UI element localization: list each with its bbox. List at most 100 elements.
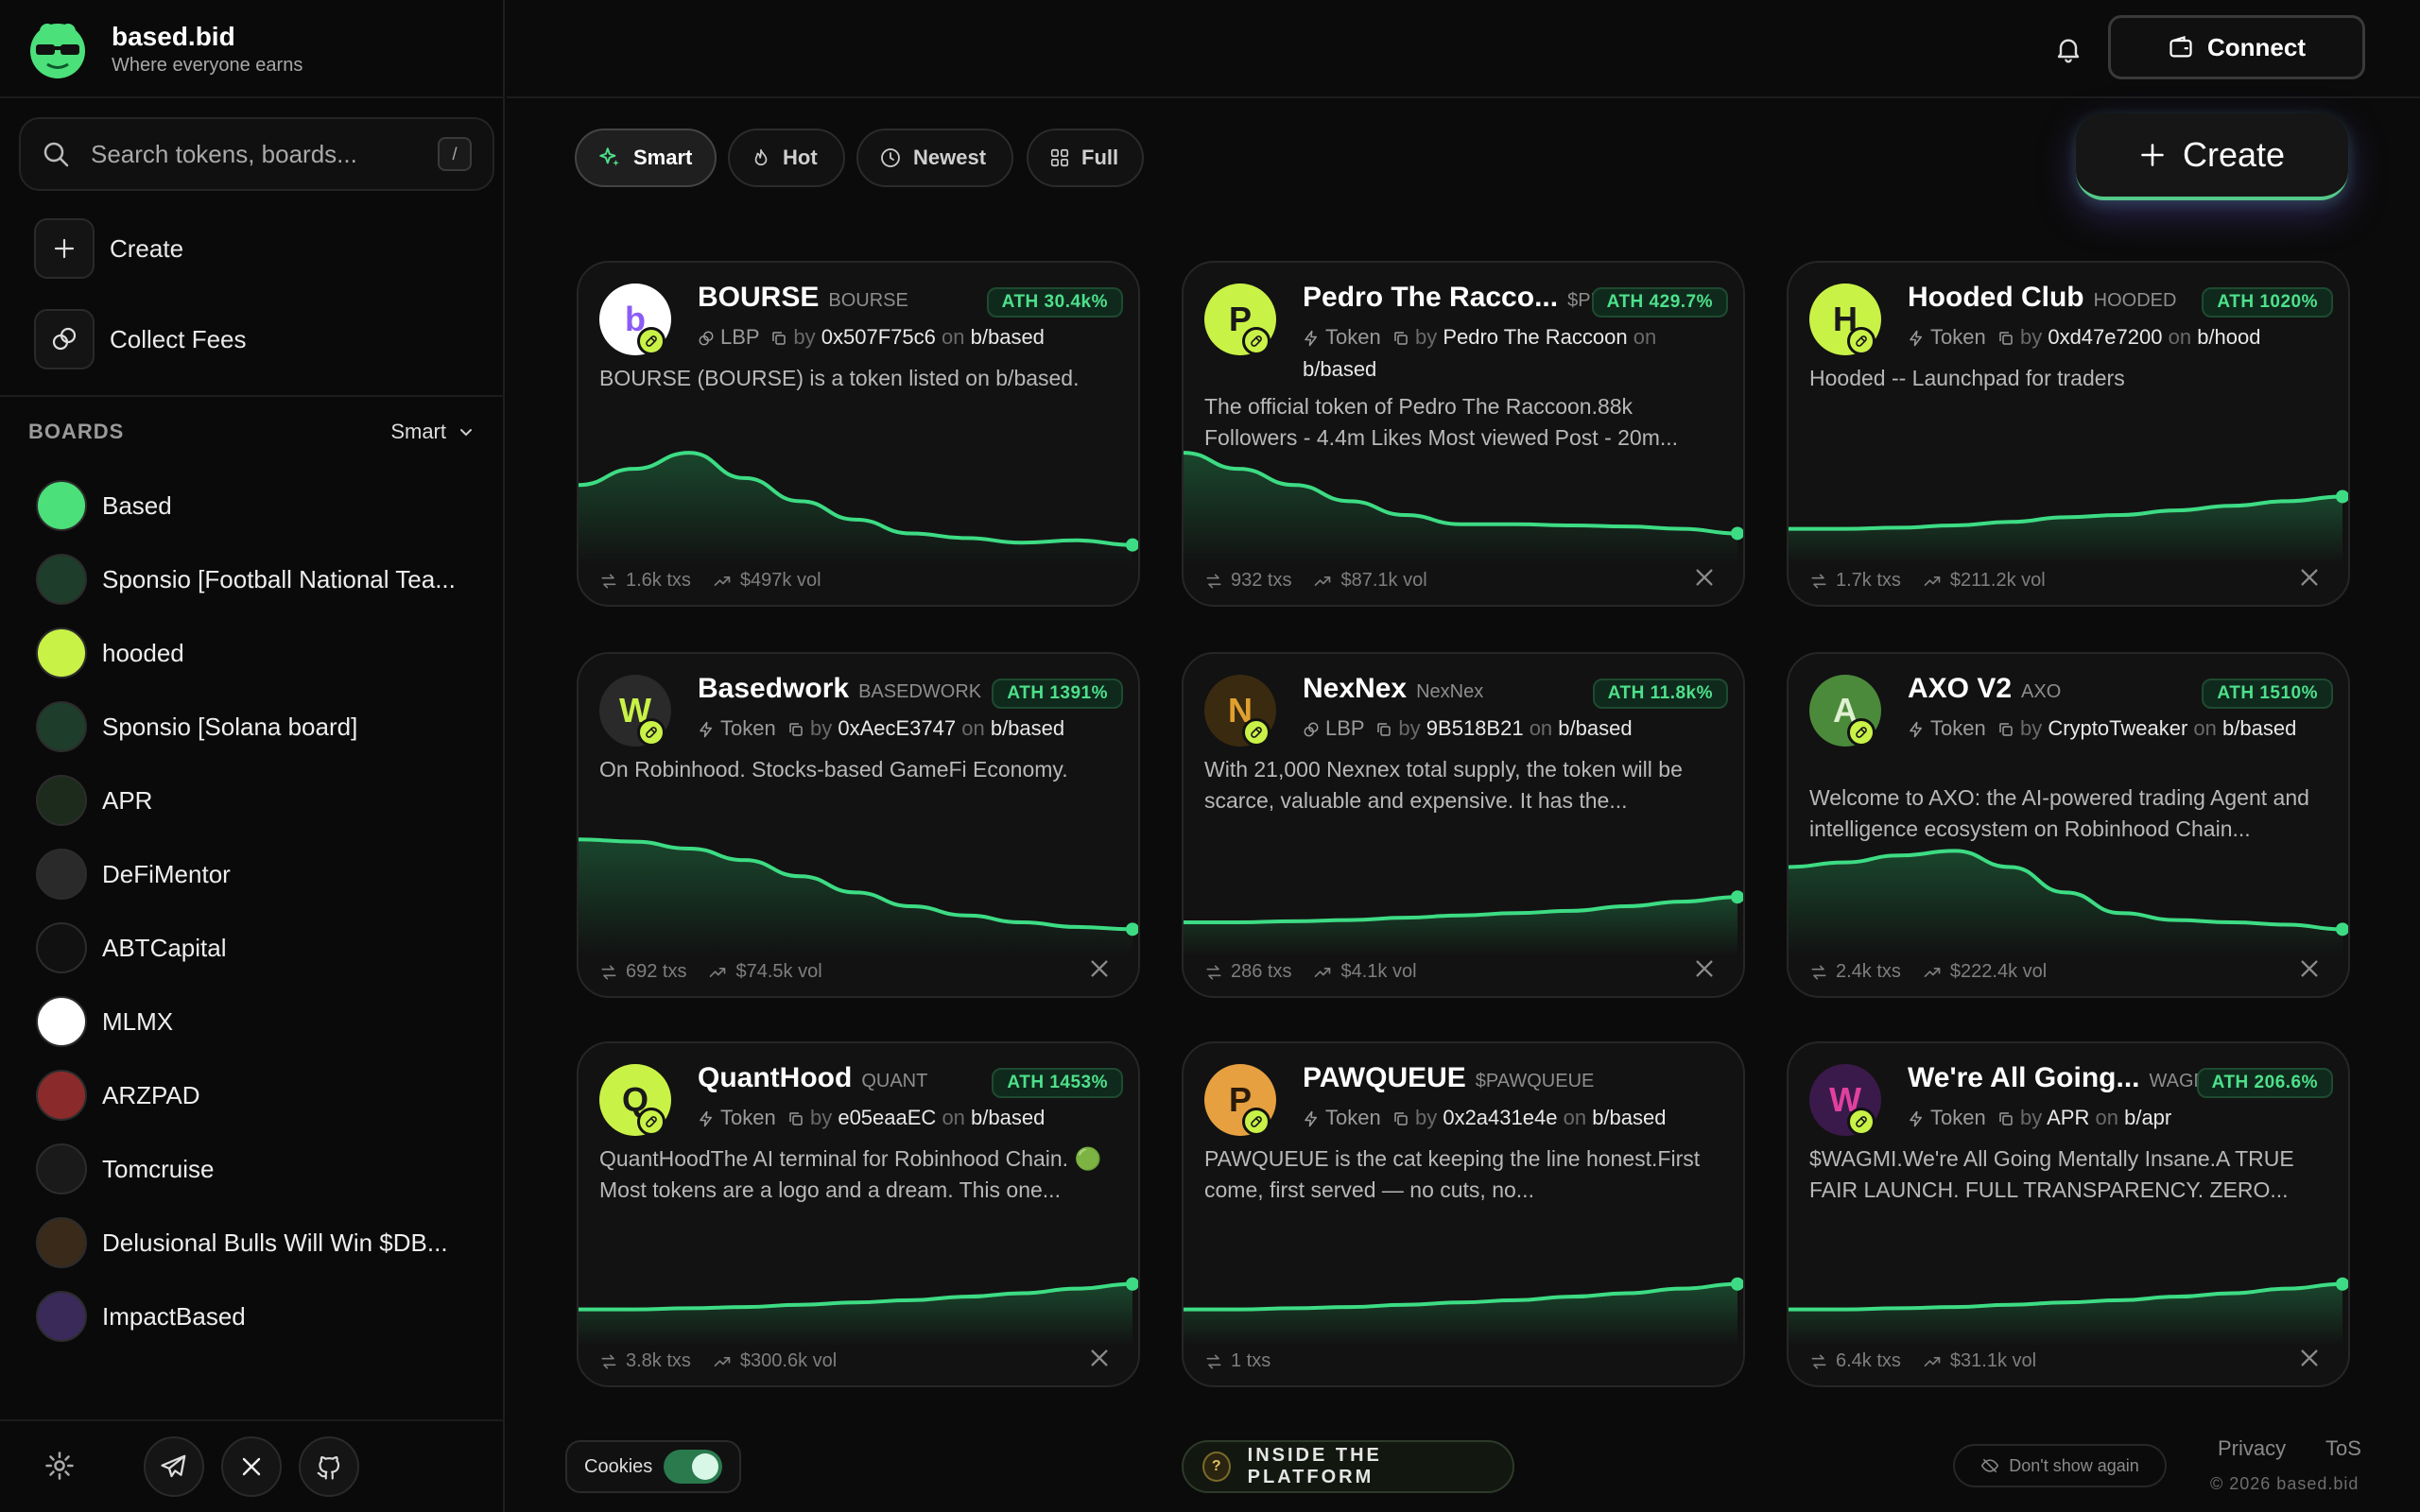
brand[interactable]: based.bid Where everyone earns xyxy=(26,15,302,83)
notifications-bell-icon[interactable] xyxy=(2049,30,2087,68)
tx-count: 286 txs xyxy=(1204,961,1291,983)
board-label: MLMX xyxy=(102,1006,174,1036)
token-card[interactable]: P PAWQUEUE $PAWQUEUE Token by 0x2a431e4e on… xyxy=(1182,1041,1745,1387)
filter-newest[interactable]: Newest xyxy=(856,129,1013,187)
x-twitter-icon[interactable] xyxy=(1694,958,1715,979)
create-token-button[interactable]: Create xyxy=(2076,113,2348,200)
token-board-link[interactable]: b/based xyxy=(971,1106,1045,1129)
token-creator[interactable]: 9B518B21 xyxy=(1426,716,1524,740)
copy-icon[interactable] xyxy=(1997,330,2014,347)
sidebar-board-item[interactable]: DeFiMentor xyxy=(36,847,490,902)
token-creator[interactable]: 0x2a431e4e xyxy=(1443,1106,1557,1129)
sidebar-board-item[interactable]: MLMX xyxy=(36,994,490,1049)
token-type: LBP xyxy=(1325,716,1365,740)
token-creator[interactable]: 0x507F75c6 xyxy=(821,325,936,349)
board-avatar xyxy=(36,1143,87,1194)
x-twitter-icon[interactable] xyxy=(2299,1348,2320,1368)
token-board-link[interactable]: b/based xyxy=(1303,357,1376,381)
token-stats: 1 txs xyxy=(1204,1350,1291,1372)
tos-link[interactable]: ToS xyxy=(2325,1436,2361,1461)
telegram-icon[interactable] xyxy=(144,1436,204,1497)
x-twitter-icon[interactable] xyxy=(2299,958,2320,979)
sidebar-board-item[interactable]: Sponsio [Solana board] xyxy=(36,699,490,754)
token-board-link[interactable]: b/based xyxy=(991,716,1064,740)
cookies-toggle[interactable] xyxy=(664,1450,722,1484)
token-board-link[interactable]: b/based xyxy=(1592,1106,1666,1129)
x-twitter-icon[interactable] xyxy=(1089,1348,1110,1368)
x-twitter-icon[interactable] xyxy=(221,1436,282,1497)
sidebar-board-item[interactable]: ImpactBased xyxy=(36,1289,490,1344)
token-board-link[interactable]: b/based xyxy=(1558,716,1632,740)
board-label: Based xyxy=(102,490,172,520)
x-twitter-icon[interactable] xyxy=(1694,567,1715,588)
token-type: Token xyxy=(1930,325,1986,349)
token-creator[interactable]: APR xyxy=(2047,1106,2089,1129)
verified-pill-icon xyxy=(637,1108,666,1136)
copy-icon[interactable] xyxy=(1997,1110,2014,1127)
sidebar-board-item[interactable]: Delusional Bulls Will Win $DB... xyxy=(36,1215,490,1270)
privacy-link[interactable]: Privacy xyxy=(2218,1436,2286,1461)
token-creator[interactable]: 0xd47e7200 xyxy=(2048,325,2162,349)
token-card[interactable]: PPedro The Racco...$PEDROATH 429.7%Token… xyxy=(1182,261,1745,607)
token-board-link[interactable]: b/apr xyxy=(2124,1106,2171,1129)
sidebar-board-item[interactable]: Tomcruise xyxy=(36,1142,490,1196)
token-card[interactable]: b BOURSE BOURSE ATH 30.4k% LBP by 0x507F75c6… xyxy=(577,261,1140,607)
token-creator[interactable]: CryptoTweaker xyxy=(2048,716,2187,740)
copy-icon[interactable] xyxy=(1375,721,1392,738)
search-box[interactable]: / xyxy=(19,117,494,191)
token-board-link[interactable]: b/based xyxy=(971,325,1045,349)
filter-smart[interactable]: Smart xyxy=(575,129,717,187)
meta-by: by xyxy=(809,716,833,740)
boards-sort-label: Smart xyxy=(390,420,446,443)
token-card[interactable]: Q QuantHood QUANT ATH 1453% Token by e05eaaE… xyxy=(577,1041,1140,1387)
sidebar-board-item[interactable]: ARZPAD xyxy=(36,1068,490,1123)
inside-platform-button[interactable]: ? INSIDE THE PLATFORM xyxy=(1182,1440,1514,1493)
filter-smart-label: Smart xyxy=(633,146,693,169)
x-twitter-icon[interactable] xyxy=(1089,958,1110,979)
boards-sort-dropdown[interactable]: Smart xyxy=(390,420,475,444)
search-input[interactable] xyxy=(91,139,438,169)
token-creator[interactable]: 0xAecE3747 xyxy=(838,716,956,740)
sidebar-board-item[interactable]: APR xyxy=(36,773,490,828)
ath-badge: ATH 1510% xyxy=(2202,679,2333,709)
x-twitter-icon[interactable] xyxy=(2299,567,2320,588)
dont-show-again-button[interactable]: Don't show again xyxy=(1953,1444,2167,1487)
filter-hot[interactable]: Hot xyxy=(728,129,845,187)
token-card[interactable]: W Basedwork BASEDWORK ATH 1391% Token by 0xA… xyxy=(577,652,1140,998)
copy-icon[interactable] xyxy=(1392,1110,1409,1127)
token-card[interactable]: H Hooded Club HOODED ATH 1020% Token by 0xd4… xyxy=(1787,261,2350,607)
token-card[interactable]: N NexNex NexNex ATH 11.8k% LBP by 9B518B21 o… xyxy=(1182,652,1745,998)
meta-by: by xyxy=(2019,325,2043,349)
board-avatar xyxy=(36,996,87,1047)
plus-icon xyxy=(34,218,95,279)
sidebar-board-item[interactable]: ABTCapital xyxy=(36,920,490,975)
connect-wallet-button[interactable]: Connect xyxy=(2108,15,2365,79)
token-board-link[interactable]: b/based xyxy=(2222,716,2296,740)
token-card[interactable]: W We're All Going... WAGMI ATH 206.6% Token … xyxy=(1787,1041,2350,1387)
token-board-link[interactable]: b/hood xyxy=(2197,325,2260,349)
sidebar-board-item[interactable]: Based xyxy=(36,478,490,533)
sidebar-create-button[interactable]: Create xyxy=(34,217,183,280)
copy-icon[interactable] xyxy=(770,330,787,347)
sparkline-area xyxy=(1184,453,1737,565)
filter-full[interactable]: Full xyxy=(1027,129,1144,187)
token-creator[interactable]: Pedro The Raccoon xyxy=(1443,325,1627,349)
settings-icon[interactable] xyxy=(43,1450,76,1486)
token-card[interactable]: A AXO V2 AXO ATH 1510% Token by CryptoTweake… xyxy=(1787,652,2350,998)
token-creator[interactable]: e05eaaEC xyxy=(838,1106,936,1129)
copy-icon[interactable] xyxy=(1392,330,1409,347)
copy-icon[interactable] xyxy=(787,721,804,738)
sidebar-board-item[interactable]: Sponsio [Football National Tea... xyxy=(36,552,490,607)
search-icon xyxy=(43,142,69,167)
collect-fees-button[interactable]: Collect Fees xyxy=(34,308,247,370)
volume: $222.4k vol xyxy=(1922,961,2047,983)
copy-icon[interactable] xyxy=(1997,721,2014,738)
meta-on: on xyxy=(1563,1106,1587,1129)
volume-text: $87.1k vol xyxy=(1340,570,1427,591)
sidebar-board-item[interactable]: hooded xyxy=(36,626,490,680)
board-avatar xyxy=(36,922,87,973)
copy-icon[interactable] xyxy=(787,1110,804,1127)
cookies-label: Cookies xyxy=(584,1455,653,1477)
github-icon[interactable] xyxy=(299,1436,359,1497)
token-type: Token xyxy=(1930,716,1986,740)
